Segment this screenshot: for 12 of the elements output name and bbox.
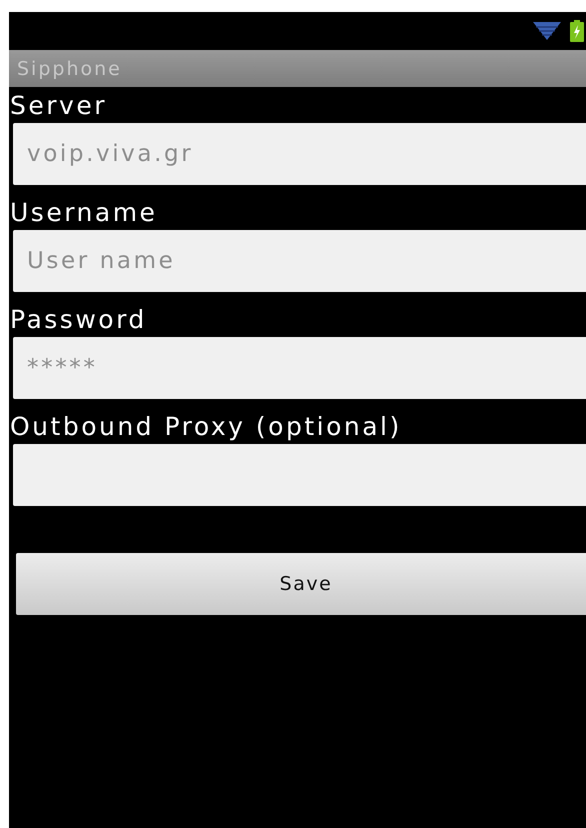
input-field[interactable]: ***** (13, 337, 586, 399)
save-button[interactable]: Save (16, 553, 586, 615)
input-field[interactable] (13, 444, 586, 506)
field-label: Server (9, 90, 107, 122)
app-title: Sipphone (17, 58, 122, 80)
field-label: Outbound Proxy (optional) (9, 411, 402, 443)
wifi-icon (532, 21, 562, 41)
field-label: Username (9, 197, 158, 229)
input-field[interactable]: voip.viva.gr (13, 123, 586, 185)
field-label: Password (9, 304, 147, 336)
battery-icon (570, 20, 584, 42)
input-field[interactable]: User name (13, 230, 586, 292)
